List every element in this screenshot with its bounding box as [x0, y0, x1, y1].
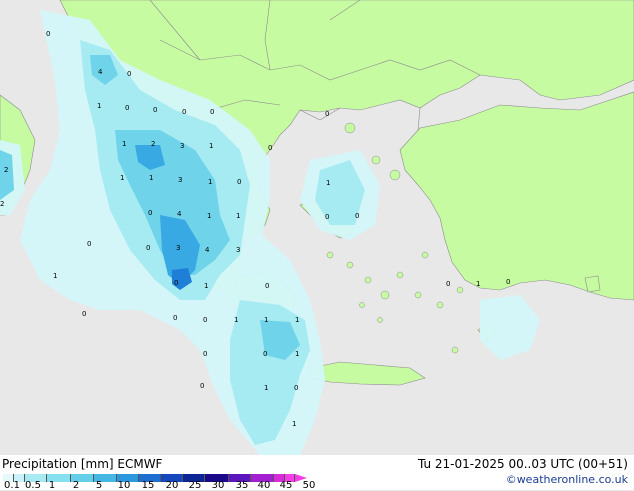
- legend-tick-labels: 0.1 0.5 1 2 5 10 15 20 25 30 35 40 45 50: [0, 480, 634, 491]
- legend-tick-label: 0.1: [4, 480, 20, 491]
- value-label: 1: [234, 316, 238, 324]
- value-label: 0: [200, 382, 204, 390]
- value-label: 3: [180, 142, 184, 150]
- value-label: 3: [178, 176, 182, 184]
- value-label: 1: [207, 212, 211, 220]
- value-label: 0: [263, 350, 267, 358]
- value-label: 0: [325, 213, 329, 221]
- map-title: Precipitation [mm] ECMWF: [2, 457, 163, 471]
- value-label: 0: [210, 108, 214, 116]
- value-label: 0: [237, 178, 241, 186]
- legend-tick-label: 5: [95, 480, 103, 491]
- legend-tick-label: 50: [302, 480, 316, 491]
- value-label: 0: [87, 240, 91, 248]
- value-label: 1: [476, 280, 480, 288]
- legend-tick-label: 10: [117, 480, 131, 491]
- value-label: 1: [209, 142, 213, 150]
- value-label: 1: [53, 272, 57, 280]
- legend-tick-label: 45: [279, 480, 293, 491]
- legend-tick-label: 1: [48, 480, 56, 491]
- value-label: 4: [205, 246, 210, 254]
- value-label: 1: [204, 282, 208, 290]
- value-label: 0: [506, 278, 510, 286]
- legend-tick-label: 0.5: [25, 480, 41, 491]
- value-label: 0: [265, 282, 269, 290]
- legend-tick-label: 15: [141, 480, 155, 491]
- value-label: 0: [203, 350, 207, 358]
- value-label: 1: [208, 178, 212, 186]
- value-label: 1: [264, 316, 268, 324]
- value-label: 1: [97, 102, 101, 110]
- legend-tick-label: 20: [165, 480, 179, 491]
- value-label: 1: [120, 174, 124, 182]
- value-label: 4: [177, 210, 182, 218]
- value-label: 0: [182, 108, 186, 116]
- value-label: 0: [174, 279, 178, 287]
- value-label: 0: [125, 104, 129, 112]
- east-islands: [584, 275, 601, 293]
- value-label: 1: [292, 420, 296, 428]
- value-label: 0: [146, 244, 150, 252]
- value-label: 0: [46, 30, 50, 38]
- value-label: 1: [326, 179, 330, 187]
- value-label: 0: [294, 384, 298, 392]
- value-label: 1: [264, 384, 268, 392]
- value-label: 2: [0, 200, 4, 208]
- value-label: 0: [127, 70, 131, 78]
- value-label: 2: [151, 140, 155, 148]
- value-label: 0: [173, 314, 177, 322]
- value-label: 3: [236, 246, 240, 254]
- value-label: 0: [268, 144, 272, 152]
- value-label: 0: [446, 280, 450, 288]
- legend-tick-label: 40: [257, 480, 271, 491]
- value-label: 1: [236, 212, 240, 220]
- value-label: 4: [98, 68, 103, 76]
- value-label: 1: [149, 174, 153, 182]
- value-label: 1: [122, 140, 126, 148]
- legend-tick-label: 25: [188, 480, 202, 491]
- value-label: 3: [176, 244, 180, 252]
- valid-time: Tu 21-01-2025 00..03 UTC (00+51): [417, 457, 628, 471]
- legend-tick-label: 2: [72, 480, 80, 491]
- legend-tick-label: 35: [235, 480, 249, 491]
- value-label: 0: [203, 316, 207, 324]
- value-label: 0: [325, 110, 329, 118]
- value-label: 1: [295, 316, 299, 324]
- value-label: 1: [295, 350, 299, 358]
- value-label: 0: [148, 209, 152, 217]
- value-label: 0: [153, 106, 157, 114]
- precipitation-map: 4 0 1 0 0 0 0 0 1 2 3 1 0 1 1 0 3 1 0 1 …: [0, 0, 634, 490]
- value-label: 2: [4, 166, 8, 174]
- value-label: 0: [355, 212, 359, 220]
- value-label: 0: [82, 310, 86, 318]
- legend-tick-label: 30: [211, 480, 225, 491]
